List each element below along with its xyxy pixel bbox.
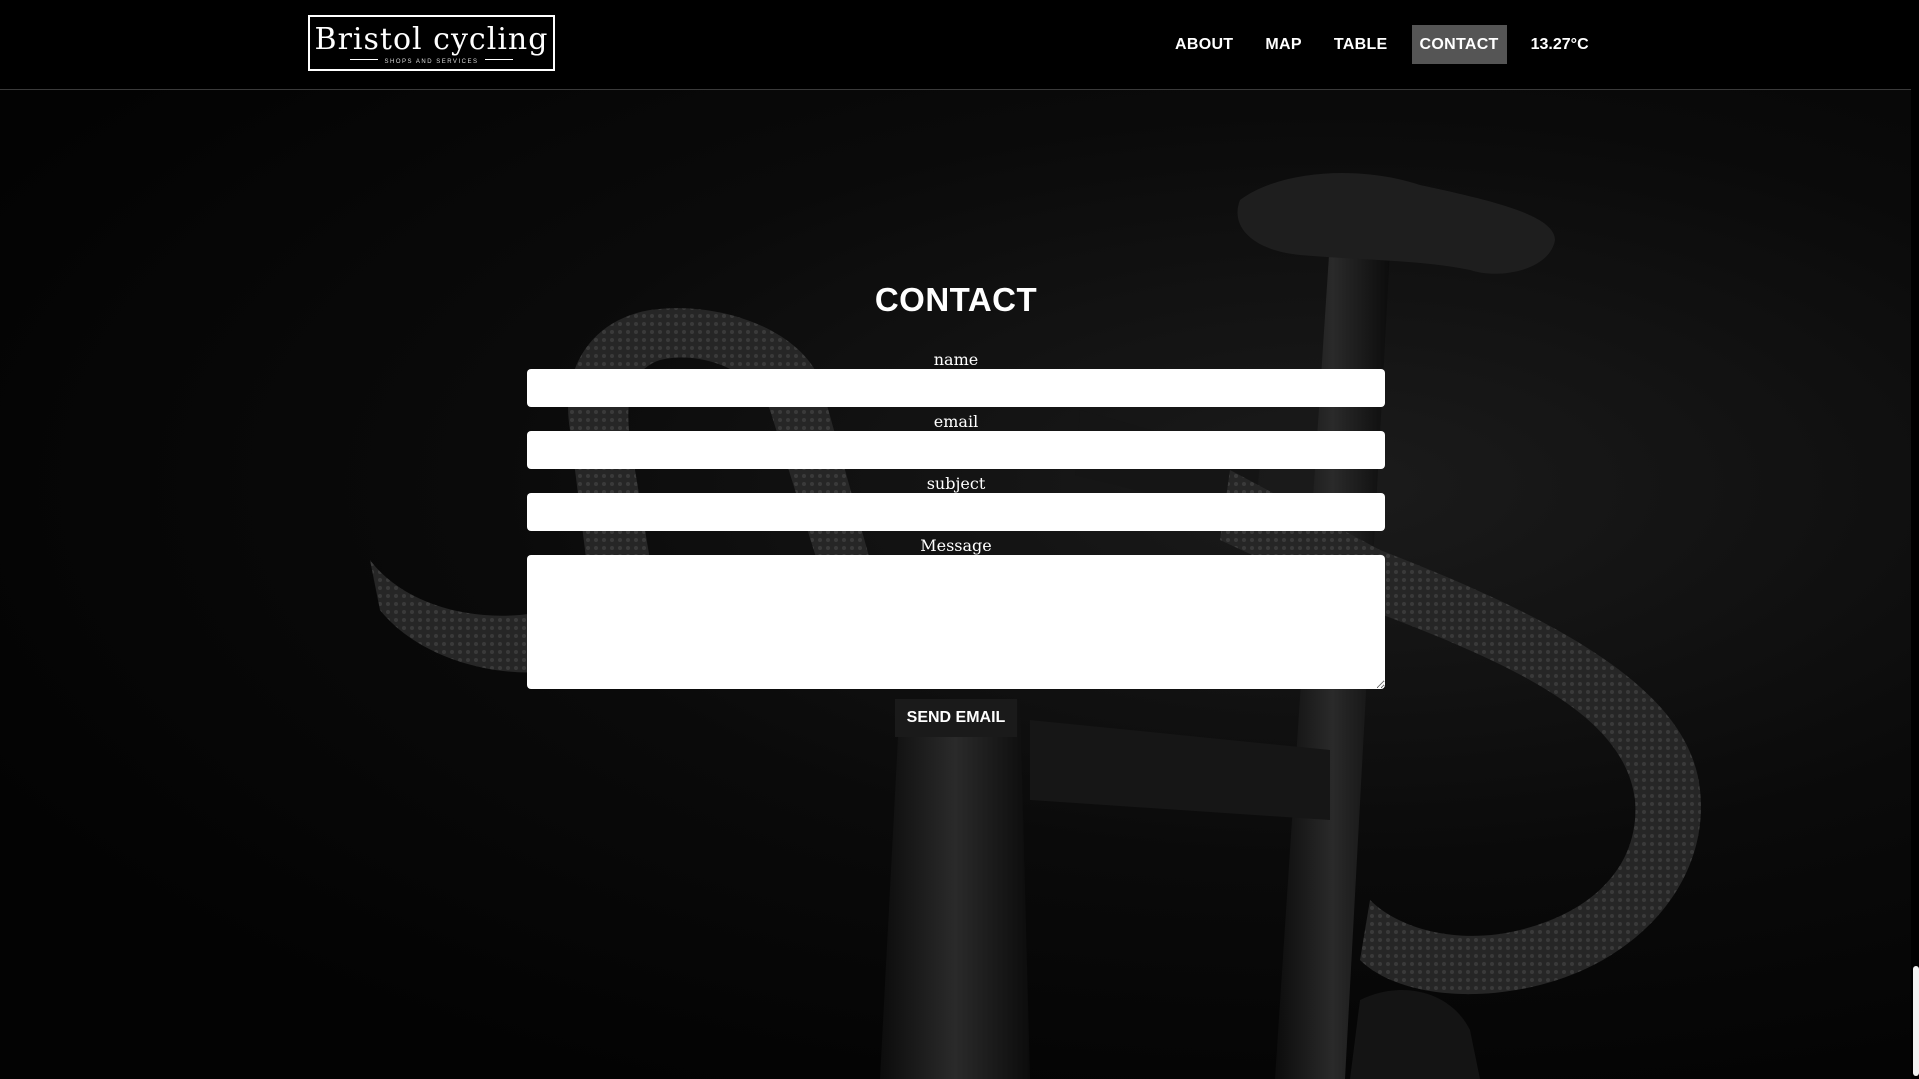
site-logo[interactable]: Bristol cycling SHOPS AND SERVICES [308,15,555,71]
name-field-group: name [527,350,1385,407]
wheel [1350,990,1480,1079]
main-nav: ABOUT MAP TABLE CONTACT 13.27°C [1167,25,1589,64]
subject-input[interactable] [527,493,1385,531]
nav-about[interactable]: ABOUT [1167,25,1241,64]
head-tube [880,700,1030,1079]
logo-subtitle: SHOPS AND SERVICES [384,59,479,65]
send-email-button[interactable]: SEND EMAIL [894,699,1018,737]
email-field-group: email [527,412,1385,469]
logo-title: Bristol cycling [314,22,549,57]
site-header: Bristol cycling SHOPS AND SERVICES ABOUT… [0,0,1911,90]
contact-form: name email subject Message SEND EMAIL [527,350,1385,737]
contact-section: CONTACT name email subject Message SEND … [527,270,1385,737]
page-title: CONTACT [874,281,1038,318]
page-scrollbar[interactable] [1911,0,1919,1079]
message-label: Message [920,536,992,555]
name-label: name [933,350,979,369]
message-textarea[interactable] [527,555,1385,689]
subject-label: subject [926,474,986,493]
scrollbar-thumb[interactable] [1913,966,1919,1076]
saddle [1237,173,1555,274]
temperature-readout: 13.27°C [1530,35,1589,53]
subject-field-group: subject [527,474,1385,531]
nav-contact[interactable]: CONTACT [1411,25,1507,64]
message-field-group: Message [527,536,1385,689]
email-label: email [933,412,979,431]
nav-table[interactable]: TABLE [1326,25,1396,64]
name-input[interactable] [527,369,1385,407]
email-input[interactable] [527,431,1385,469]
nav-map[interactable]: MAP [1257,25,1309,64]
